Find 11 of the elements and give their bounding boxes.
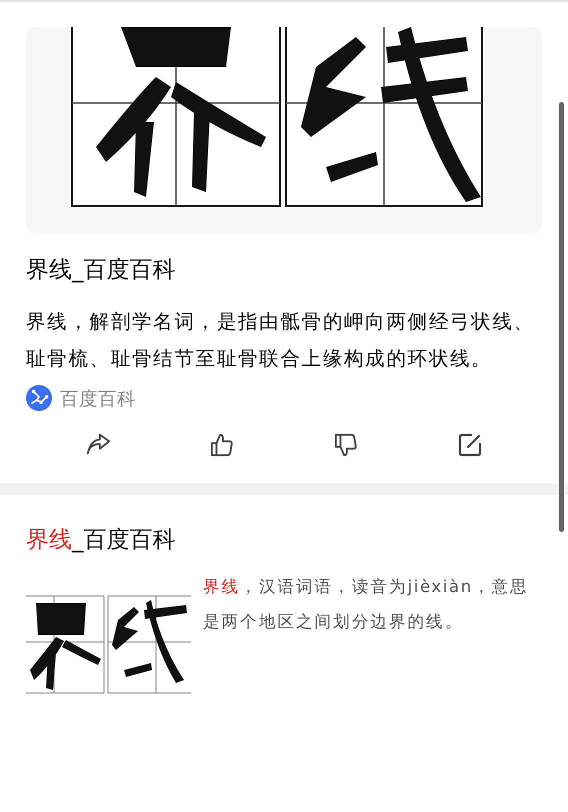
source-name[interactable]: 百度百科 bbox=[60, 386, 136, 410]
result-title[interactable]: 界线_百度百科 bbox=[26, 525, 542, 555]
thumbs-down-icon[interactable] bbox=[333, 433, 359, 457]
result-summary: 界线，汉语词语，读音为jièxiàn，意思是两个地区之间划分边界的线。 bbox=[203, 576, 530, 633]
thumbs-up-icon[interactable] bbox=[209, 433, 235, 457]
share-icon[interactable] bbox=[85, 433, 111, 457]
result-title[interactable]: 界线_百度百科 bbox=[26, 255, 542, 285]
result-summary: 界线，解剖学名词，是指由骶骨的岬向两侧经弓状线、耻骨梳、耻骨结节至耻骨联合上缘构成的环状线。 bbox=[26, 309, 536, 372]
edit-icon[interactable] bbox=[457, 433, 483, 457]
scrollbar[interactable] bbox=[559, 102, 564, 532]
source-logo-icon bbox=[26, 385, 52, 411]
